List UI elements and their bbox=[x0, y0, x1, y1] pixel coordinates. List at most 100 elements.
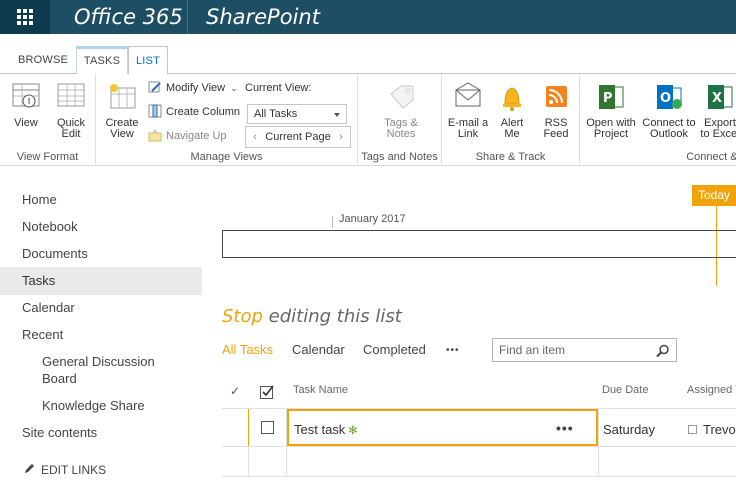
group-label-view-format: View Format bbox=[16, 151, 79, 163]
group-label-tags-notes: Tags and Notes bbox=[361, 151, 438, 163]
task-name-cell[interactable]: Test task ✻ bbox=[294, 422, 358, 437]
nav-item-notebook[interactable]: Notebook bbox=[22, 219, 78, 234]
tab-tasks[interactable]: TASKS bbox=[76, 46, 128, 74]
current-view-value: All Tasks bbox=[254, 108, 298, 120]
rss-feed-label: RSS Feed bbox=[543, 117, 569, 140]
view-completed[interactable]: Completed bbox=[363, 342, 426, 357]
group-share-track: E-mail a Link Alert Me RSS Feed Share & … bbox=[442, 74, 580, 166]
caret-down-icon bbox=[334, 113, 340, 117]
pencil-icon bbox=[24, 463, 35, 477]
more-views-button[interactable]: ••• bbox=[446, 345, 460, 356]
alert-me-label: Alert Me bbox=[500, 117, 524, 140]
nav-item-tasks[interactable]: Tasks bbox=[22, 273, 55, 288]
checkmark-icon: ✓ bbox=[230, 384, 241, 398]
assigned-to-text: Trevor bbox=[703, 422, 736, 437]
svg-text:X: X bbox=[712, 91, 722, 106]
due-date-cell[interactable]: Saturday bbox=[603, 422, 655, 437]
modify-view-icon bbox=[148, 80, 162, 94]
row-checkbox[interactable] bbox=[261, 421, 274, 434]
group-connect-export: P Open with Project O Connect to Outlook… bbox=[580, 74, 736, 166]
column-header-assigned-to[interactable]: Assigned T bbox=[687, 384, 736, 396]
connect-to-outlook-button[interactable]: O Connect to Outlook bbox=[640, 82, 698, 140]
tab-list[interactable]: LIST bbox=[128, 46, 168, 75]
connect-to-outlook-label: Connect to Outlook bbox=[642, 117, 696, 140]
alert-me-button[interactable]: Alert Me bbox=[492, 82, 532, 140]
group-tags-notes: Tags & Notes Tags and Notes bbox=[358, 74, 442, 166]
tab-browse[interactable]: BROWSE bbox=[12, 46, 74, 74]
app-launcher-button[interactable] bbox=[0, 0, 50, 34]
search-icon[interactable] bbox=[656, 343, 670, 365]
excel-icon: X bbox=[704, 82, 736, 112]
quick-edit-label: Quick Edit bbox=[56, 117, 86, 140]
create-column-button[interactable]: Create Column bbox=[148, 103, 240, 121]
ribbon: View Quick Edit View Format Create View … bbox=[0, 74, 736, 166]
select-all-checkbox[interactable] bbox=[260, 384, 276, 405]
edit-links-label: EDIT LINKS bbox=[41, 463, 107, 477]
current-page-pager[interactable]: ‹ Current Page › bbox=[245, 126, 351, 148]
nav-item-calendar[interactable]: Calendar bbox=[22, 300, 75, 315]
svg-text:P: P bbox=[603, 91, 613, 106]
view-icon bbox=[10, 82, 42, 112]
edit-links-button[interactable]: EDIT LINKS bbox=[24, 463, 106, 477]
envelope-icon bbox=[452, 82, 484, 112]
quick-edit-icon bbox=[55, 82, 87, 112]
column-header-task-name[interactable]: Task Name bbox=[293, 384, 348, 396]
nav-item-home[interactable]: Home bbox=[22, 192, 57, 207]
group-label-share-track: Share & Track bbox=[475, 151, 546, 163]
tags-notes-button[interactable]: Tags & Notes bbox=[376, 82, 426, 140]
tag-icon bbox=[385, 82, 417, 112]
app-title[interactable]: SharePoint bbox=[206, 5, 320, 29]
navigate-up-button[interactable]: Navigate Up bbox=[148, 127, 227, 145]
view-all-tasks[interactable]: All Tasks bbox=[222, 342, 273, 357]
timeline-tick bbox=[332, 216, 333, 228]
quick-edit-button[interactable]: Quick Edit bbox=[50, 82, 92, 140]
email-link-label: E-mail a Link bbox=[447, 117, 489, 140]
chevron-down-icon: ⌄ bbox=[230, 83, 238, 93]
rss-feed-button[interactable]: RSS Feed bbox=[536, 82, 576, 140]
row-menu-button[interactable]: ••• bbox=[556, 420, 574, 436]
nav-item-documents[interactable]: Documents bbox=[22, 246, 88, 261]
current-view-label: Current View: bbox=[245, 82, 312, 94]
stop-editing-link[interactable]: Stop bbox=[222, 306, 263, 327]
group-manage-views: Create View Modify View ⌄ Current View: … bbox=[96, 74, 358, 166]
column-header-due-date[interactable]: Due Date bbox=[602, 384, 648, 396]
nav-item-site-contents[interactable]: Site contents bbox=[22, 425, 97, 440]
search-input[interactable]: Find an item bbox=[492, 338, 677, 362]
suite-divider bbox=[187, 0, 188, 34]
create-column-icon bbox=[148, 104, 162, 118]
export-to-excel-button[interactable]: X Export to Excel bbox=[700, 82, 736, 140]
navigate-up-icon bbox=[148, 128, 162, 142]
group-label-manage-views: Manage Views bbox=[190, 151, 263, 163]
timeline-month-label: January 2017 bbox=[339, 213, 406, 225]
left-navigation: Home Notebook Documents Tasks Calendar R… bbox=[0, 166, 202, 491]
modify-view-label: Modify View bbox=[166, 82, 226, 94]
nav-item-recent[interactable]: Recent bbox=[22, 327, 63, 342]
view-button[interactable]: View bbox=[6, 82, 46, 129]
tags-notes-label: Tags & Notes bbox=[384, 117, 418, 140]
nav-item-general-discussion-board[interactable]: General Discussion Board bbox=[42, 353, 172, 387]
create-view-button[interactable]: Create View bbox=[102, 82, 142, 140]
timeline-bar[interactable] bbox=[222, 230, 736, 258]
chevron-right-icon[interactable]: › bbox=[334, 127, 348, 147]
export-to-excel-label: Export to Excel bbox=[700, 117, 736, 140]
svg-text:O: O bbox=[660, 91, 671, 106]
presence-icon bbox=[688, 425, 697, 435]
nav-item-knowledge-share[interactable]: Knowledge Share bbox=[42, 397, 145, 414]
view-calendar[interactable]: Calendar bbox=[292, 342, 345, 357]
brand-title[interactable]: Office 365 bbox=[74, 5, 183, 29]
row-divider bbox=[222, 446, 736, 447]
assigned-to-cell[interactable]: Trevor bbox=[688, 422, 736, 437]
new-item-icon: ✻ bbox=[348, 425, 358, 437]
open-with-project-label: Open with Project bbox=[586, 117, 636, 140]
view-label: View bbox=[14, 117, 38, 129]
chevron-left-icon[interactable]: ‹ bbox=[248, 127, 262, 147]
column-divider bbox=[598, 409, 599, 476]
modify-view-button[interactable]: Modify View ⌄ bbox=[148, 79, 238, 97]
email-link-button[interactable]: E-mail a Link bbox=[446, 82, 490, 140]
current-view-select[interactable]: All Tasks bbox=[247, 104, 347, 124]
open-with-project-button[interactable]: P Open with Project bbox=[584, 82, 638, 140]
ribbon-tabs: BROWSE TASKS LIST bbox=[0, 34, 736, 75]
suite-bar: Office 365 SharePoint bbox=[0, 0, 736, 34]
group-view-format: View Quick Edit View Format bbox=[0, 74, 96, 166]
column-divider bbox=[248, 446, 249, 476]
